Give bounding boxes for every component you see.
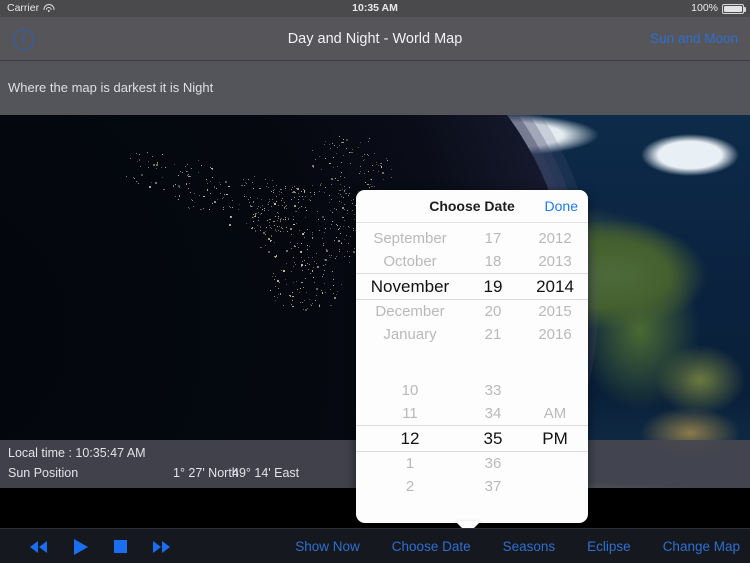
toolbar-item-show-now[interactable]: Show Now [295,539,360,554]
status-bar-clock: 10:35 AM [352,2,398,14]
time-picker[interactable]: 89101112123 3132333435363738 AMPM [356,375,588,503]
picker-option[interactable]: September [356,227,464,250]
date-wheels: JulyAugustSeptemberOctoberNovemberDecemb… [356,223,588,351]
battery-full-icon [722,3,746,14]
popover-header: Choose Date Done [356,190,588,223]
play-icon[interactable] [74,538,88,555]
status-bar-right: 100% [691,0,746,17]
picker-option[interactable] [522,452,588,475]
navigation-bar: i Day and Night - World Map Sun and Moon [0,17,750,61]
picker-option[interactable]: 2012 [522,227,588,250]
time-wheels: 89101112123 3132333435363738 AMPM [356,375,588,503]
fast-forward-icon[interactable] [153,540,171,553]
picker-option[interactable]: October [356,250,464,273]
picker-option[interactable]: 2017 [522,346,588,351]
picker-option[interactable] [522,475,588,498]
picker-option[interactable]: 9 [356,375,464,379]
picker-option[interactable]: AM [522,402,588,425]
status-bar: Carrier 10:35 AM 100% [0,0,750,17]
sun-and-moon-button[interactable]: Sun and Moon [650,17,738,61]
picker-option[interactable]: February [356,346,464,351]
page-title: Day and Night - World Map [287,31,463,47]
done-button[interactable]: Done [545,190,578,223]
picker-option[interactable]: 19 [464,273,522,300]
picker-option[interactable]: November [356,273,464,300]
app-root: Carrier 10:35 AM 100% i Day and Night - … [0,0,750,563]
picker-option[interactable]: 38 [464,498,522,503]
minute-wheel[interactable]: 3132333435363738 [464,375,522,503]
stop-icon[interactable] [114,540,127,553]
subtitle-bar: Where the map is darkest it is Night [0,61,750,115]
sun-longitude-value: 49° 14' East [232,466,300,480]
choose-date-popover: Choose Date Done JulyAugustSeptemberOcto… [356,190,588,523]
battery-percent-label: 100% [691,2,718,14]
picker-option[interactable]: 2015 [522,300,588,323]
picker-option[interactable] [522,375,588,379]
picker-option[interactable]: 22 [464,346,522,351]
picker-option[interactable]: 1 [356,452,464,475]
picker-option[interactable]: January [356,323,464,346]
picker-option[interactable] [522,379,588,402]
picker-option[interactable] [522,498,588,503]
picker-option[interactable]: August [356,223,464,227]
playback-controls [30,529,171,563]
picker-option[interactable]: 34 [464,402,522,425]
subtitle-text: Where the map is darkest it is Night [8,80,214,95]
month-wheel[interactable]: JulyAugustSeptemberOctoberNovemberDecemb… [356,223,464,351]
bottom-toolbar: Show Now Choose Date Seasons Eclipse Change … [0,528,750,563]
picker-option[interactable]: PM [522,425,588,452]
picker-option[interactable]: 12 [356,425,464,452]
picker-option[interactable]: 2 [356,475,464,498]
toolbar-item-change-map[interactable]: Change Map [663,539,740,554]
picker-option[interactable]: 10 [356,379,464,402]
picker-option[interactable]: 36 [464,452,522,475]
year-wheel[interactable]: 20102011201220132014201520162017 [522,223,588,351]
picker-option[interactable]: 37 [464,475,522,498]
picker-option[interactable]: 2014 [522,273,588,300]
picker-option[interactable]: 3 [356,498,464,503]
toolbar-item-eclipse[interactable]: Eclipse [587,539,631,554]
toolbar-actions: Show Now Choose Date Seasons Eclipse Change … [295,529,740,563]
picker-option[interactable]: December [356,300,464,323]
picker-option[interactable]: 32 [464,375,522,379]
picker-option[interactable]: 21 [464,323,522,346]
local-time-label: Local time : 10:35:47 AM [8,446,146,460]
picker-option[interactable]: 17 [464,227,522,250]
picker-option[interactable]: 35 [464,425,522,452]
day-wheel[interactable]: 1516171819202122 [464,223,522,351]
picker-option[interactable]: 16 [464,223,522,227]
picker-option[interactable]: 2013 [522,250,588,273]
picker-option[interactable]: 2016 [522,323,588,346]
meridiem-wheel[interactable]: AM PM [522,375,588,503]
toolbar-item-choose-date[interactable]: Choose Date [392,539,471,554]
picker-option[interactable]: 20 [464,300,522,323]
picker-option[interactable]: 33 [464,379,522,402]
picker-option[interactable]: 18 [464,250,522,273]
picker-option[interactable]: 11 [356,402,464,425]
hour-wheel[interactable]: 89101112123 [356,375,464,503]
date-picker[interactable]: JulyAugustSeptemberOctoberNovemberDecemb… [356,223,588,351]
picker-option[interactable]: 2011 [522,223,588,227]
sun-position-label: Sun Position [8,466,79,480]
sun-latitude-value: 1° 27' North [173,466,239,480]
toolbar-item-seasons[interactable]: Seasons [503,539,556,554]
rewind-icon[interactable] [30,540,48,553]
